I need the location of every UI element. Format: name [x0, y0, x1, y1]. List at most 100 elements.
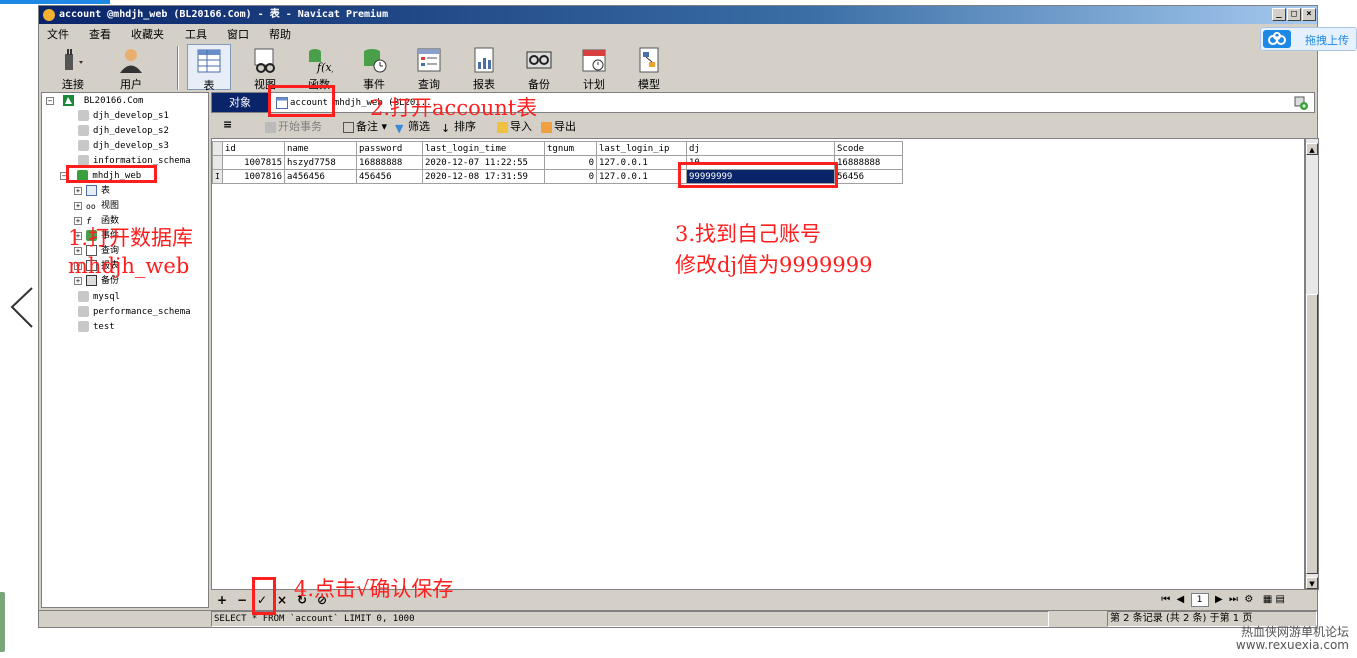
grid-cell[interactable]: 2020-12-07 11:22:55 [422, 155, 545, 170]
side-tab[interactable] [0, 592, 5, 652]
upload-widget[interactable]: 拖拽上传 [1260, 27, 1357, 51]
toolbar-label: 备份 [528, 78, 550, 91]
menu-tools[interactable]: 工具 [185, 26, 207, 42]
grid-view-icon[interactable]: ▦ [1263, 594, 1272, 605]
annotation-step2: 2.打开account表 [370, 96, 538, 120]
grid-cell[interactable]: hszyd7758 [284, 155, 357, 170]
next-page-icon[interactable]: ▶ [1215, 594, 1223, 605]
export-button[interactable]: 导出 [541, 118, 576, 134]
toolbar-function[interactable]: f(x) 函数 [297, 44, 341, 91]
first-page-icon[interactable]: ⏮ [1161, 594, 1170, 605]
row-header-edit-icon[interactable]: I [212, 169, 223, 184]
collapse-icon[interactable]: − [46, 96, 54, 105]
database-icon [78, 291, 89, 302]
last-page-icon[interactable]: ⏭ [1229, 594, 1238, 605]
grid-cell[interactable]: a456456 [284, 169, 357, 184]
scrollbar-thumb[interactable] [1306, 294, 1318, 574]
toolbar-label: 连接 [62, 78, 84, 91]
tree-node-tables[interactable]: + 表 [74, 184, 110, 198]
delete-record-button[interactable]: − [237, 593, 247, 607]
grid-cell[interactable]: 1007815 [222, 155, 285, 170]
database-icon [78, 321, 89, 332]
tree-db-label: test [93, 322, 115, 332]
vertical-scrollbar[interactable]: ▲ ▼ [1305, 138, 1319, 590]
toolbar-backup[interactable]: 备份 [517, 44, 561, 91]
server-icon [63, 95, 75, 106]
column-header[interactable]: password [356, 141, 423, 156]
window-titlebar: account @mhdjh_web (BL20166.Com) - 表 - N… [39, 6, 1317, 24]
column-header[interactable]: name [284, 141, 357, 156]
column-header[interactable]: last_login_time [422, 141, 545, 156]
toolbar-report[interactable]: 报表 [462, 44, 506, 91]
toolbar-connect[interactable]: 连接 [51, 44, 95, 91]
close-button[interactable]: × [1302, 8, 1316, 21]
column-header[interactable]: tgnum [544, 141, 597, 156]
add-record-button[interactable]: + [217, 593, 227, 607]
tree-server[interactable]: − BL20166.Com [46, 94, 143, 108]
toolbar-schedule[interactable]: 计划 [572, 44, 616, 91]
column-header[interactable]: id [222, 141, 285, 156]
column-header[interactable]: Scode [834, 141, 903, 156]
scroll-down-icon[interactable]: ▼ [1306, 577, 1318, 589]
prev-page-icon[interactable]: ◀ [1177, 594, 1185, 605]
hamburger-icon[interactable]: ≡ [223, 118, 232, 131]
tree-node-views[interactable]: + oo 视图 [74, 199, 119, 213]
page-number-input[interactable]: 1 [1190, 593, 1209, 607]
toolbar-query[interactable]: 查询 [407, 44, 451, 91]
toolbar-table[interactable]: 表 [187, 44, 231, 92]
tree-db-3[interactable]: djh_develop_s3 [78, 139, 169, 153]
grid-cell[interactable]: 2020-12-08 17:31:59 [422, 169, 545, 184]
begin-transaction-button[interactable]: 开始事务 [265, 118, 322, 134]
tab-objects[interactable]: 对象 [212, 93, 268, 112]
menu-view[interactable]: 查看 [89, 26, 111, 42]
column-header[interactable]: dj [686, 141, 835, 156]
new-object-icon[interactable] [1294, 96, 1308, 110]
menu-help[interactable]: 帮助 [269, 26, 291, 42]
view-icon [254, 48, 275, 73]
menu-favorites[interactable]: 收藏夹 [131, 26, 164, 42]
settings-gear-icon[interactable]: ⚙ [1244, 594, 1253, 605]
database-icon [78, 125, 89, 136]
toolbar-separator [177, 46, 179, 90]
function-icon: f(x) [309, 49, 333, 74]
minimize-button[interactable]: _ [1272, 8, 1286, 21]
menu-file[interactable]: 文件 [47, 26, 69, 42]
grid-cell[interactable]: 56456 [834, 169, 903, 184]
column-header[interactable]: last_login_ip [596, 141, 687, 156]
row-header[interactable] [212, 155, 223, 170]
grid-cell[interactable]: 0 [544, 169, 597, 184]
menu-window[interactable]: 窗口 [227, 26, 249, 42]
tree-db-performance-schema[interactable]: performance_schema [78, 305, 191, 319]
tree-db-2[interactable]: djh_develop_s2 [78, 124, 169, 138]
browser-accent-bar [0, 0, 110, 4]
tree-db-test[interactable]: test [78, 320, 115, 334]
discard-changes-button[interactable]: × [277, 593, 287, 607]
form-view-icon[interactable]: ▤ [1276, 594, 1285, 605]
grid-cell[interactable]: 127.0.0.1 [596, 169, 687, 184]
tree-db-label: djh_develop_s1 [93, 111, 169, 121]
grid-cell[interactable]: 1007816 [222, 169, 285, 184]
expand-icon[interactable]: + [74, 186, 82, 195]
tree-db-1[interactable]: djh_develop_s1 [78, 109, 169, 123]
grid-cell[interactable]: 456456 [356, 169, 423, 184]
window-title: account @mhdjh_web (BL20166.Com) - 表 - N… [59, 9, 389, 20]
scroll-up-icon[interactable]: ▲ [1306, 143, 1318, 155]
grid-cell[interactable]: 0 [544, 155, 597, 170]
grid-cell[interactable]: 16888888 [834, 155, 903, 170]
tree-db-label: djh_develop_s2 [93, 126, 169, 136]
grid-cell[interactable]: 127.0.0.1 [596, 155, 687, 170]
row-header-corner [212, 141, 223, 156]
toolbar-view[interactable]: 视图 [243, 44, 287, 91]
sort-icon: ↓ [441, 121, 451, 135]
toolbar-model[interactable]: 模型 [627, 44, 671, 91]
back-chevron-icon[interactable] [8, 285, 38, 330]
tree-db-mysql[interactable]: mysql [78, 290, 120, 304]
toolbar-event[interactable]: 事件 [352, 44, 396, 91]
grid-cell[interactable]: 16888888 [356, 155, 423, 170]
expand-icon[interactable]: + [74, 201, 82, 210]
toolbar-user[interactable]: 用户 [109, 44, 153, 91]
toolbar-label: 查询 [418, 78, 440, 91]
maximize-button[interactable]: □ [1287, 8, 1301, 21]
backup-icon [526, 51, 552, 69]
transaction-icon [265, 121, 276, 133]
